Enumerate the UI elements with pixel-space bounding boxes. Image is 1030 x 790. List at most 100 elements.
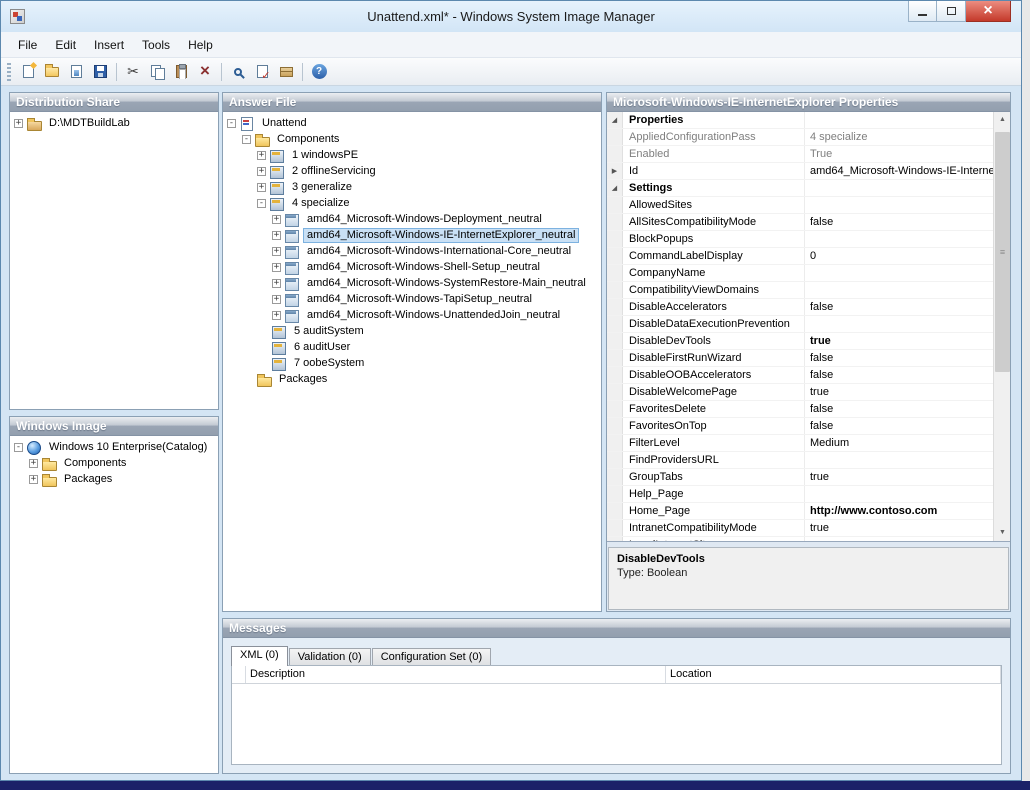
tree-item[interactable]: + Packages <box>12 471 216 487</box>
property-row[interactable]: CompatibilityViewDomains <box>607 282 993 299</box>
tree-item[interactable]: 5 auditSystem <box>225 323 599 339</box>
expand-icon[interactable]: + <box>257 167 266 176</box>
collapse-icon[interactable]: - <box>257 199 266 208</box>
scroll-down-icon[interactable]: ▼ <box>994 525 1010 541</box>
property-value[interactable] <box>805 452 993 468</box>
tree-item-label[interactable]: amd64_Microsoft-Windows-Deployment_neutr… <box>303 212 546 227</box>
property-row[interactable]: Home_Pagehttp://www.contoso.com <box>607 503 993 520</box>
property-row[interactable]: DisableAcceleratorsfalse <box>607 299 993 316</box>
column-header-location[interactable]: Location <box>666 666 1001 683</box>
tree-item-label[interactable]: 7 oobeSystem <box>290 356 368 371</box>
copy-button[interactable] <box>145 60 169 83</box>
property-row[interactable]: AppliedConfigurationPass4 specialize <box>607 129 993 146</box>
property-row[interactable]: FilterLevelMedium <box>607 435 993 452</box>
close-button[interactable] <box>966 1 1011 22</box>
toolbar-grip[interactable] <box>7 63 11 81</box>
property-value[interactable]: Medium <box>805 435 993 451</box>
tree-item[interactable]: 6 auditUser <box>225 339 599 355</box>
column-header-description[interactable]: Description <box>246 666 666 683</box>
expand-icon[interactable]: + <box>272 279 281 288</box>
property-row[interactable]: BlockPopups <box>607 231 993 248</box>
expand-icon[interactable]: + <box>29 475 38 484</box>
tree-item[interactable]: +3 generalize <box>225 179 599 195</box>
tree-item-label[interactable]: amd64_Microsoft-Windows-International-Co… <box>303 244 575 259</box>
validate-button[interactable] <box>250 60 274 83</box>
tree-item-label[interactable]: 1 windowsPE <box>288 148 362 163</box>
find-button[interactable] <box>226 60 250 83</box>
tree-item[interactable]: + amd64_Microsoft-Windows-Deployment_neut… <box>225 211 599 227</box>
tree-item-label[interactable]: Packages <box>60 472 116 487</box>
scrollbar-thumb[interactable]: ≡ <box>995 132 1010 372</box>
collapse-icon[interactable]: - <box>227 119 236 128</box>
paste-button[interactable] <box>169 60 193 83</box>
tree-item-label[interactable]: Components <box>60 456 130 471</box>
expand-icon[interactable]: + <box>14 119 23 128</box>
tab-xml-0[interactable]: XML (0) <box>231 646 288 666</box>
minimize-button[interactable] <box>908 1 937 22</box>
property-row[interactable]: CommandLabelDisplay0 <box>607 248 993 265</box>
scroll-up-icon[interactable]: ▲ <box>994 112 1010 128</box>
property-value[interactable]: 4 specialize <box>805 129 993 145</box>
property-section-row[interactable]: ◢Settings <box>607 180 993 197</box>
property-value[interactable]: false <box>805 214 993 230</box>
tree-item-label[interactable]: amd64_Microsoft-Windows-UnattendedJoin_n… <box>303 308 564 323</box>
property-row[interactable]: ▶Idamd64_Microsoft-Windows-IE-InternetEx <box>607 163 993 180</box>
vertical-scrollbar[interactable]: ▲ ≡ ▼ <box>993 112 1010 541</box>
property-value[interactable] <box>805 197 993 213</box>
tree-item[interactable]: +1 windowsPE <box>225 147 599 163</box>
property-row[interactable]: LocalIntranetSites <box>607 537 993 542</box>
expand-icon[interactable]: + <box>257 151 266 160</box>
menu-help[interactable]: Help <box>179 35 222 55</box>
collapse-icon[interactable]: - <box>14 443 23 452</box>
tree-item-label[interactable]: amd64_Microsoft-Windows-SystemRestore-Ma… <box>303 276 590 291</box>
property-row[interactable]: AllowedSites <box>607 197 993 214</box>
menu-file[interactable]: File <box>9 35 46 55</box>
property-value[interactable]: true <box>805 520 993 536</box>
tree-item-label[interactable]: D:\MDTBuildLab <box>45 116 134 131</box>
tree-item-label[interactable]: Packages <box>275 372 331 387</box>
open-windows-image-button[interactable] <box>64 60 88 83</box>
expand-icon[interactable]: + <box>29 459 38 468</box>
titlebar[interactable]: Unattend.xml* - Windows System Image Man… <box>1 1 1021 32</box>
save-button[interactable] <box>88 60 112 83</box>
property-value[interactable]: false <box>805 418 993 434</box>
expand-icon[interactable]: + <box>272 263 281 272</box>
tree-item[interactable]: 7 oobeSystem <box>225 355 599 371</box>
tree-item[interactable]: +amd64_Microsoft-Windows-TapiSetup_neutr… <box>225 291 599 307</box>
property-row[interactable]: FavoritesOnTopfalse <box>607 418 993 435</box>
tree-item-label[interactable]: Components <box>273 132 343 147</box>
tree-item-label[interactable]: 5 auditSystem <box>290 324 368 339</box>
cut-button[interactable] <box>121 60 145 83</box>
property-value[interactable] <box>805 316 993 332</box>
property-row[interactable]: Help_Page <box>607 486 993 503</box>
property-row[interactable]: FindProvidersURL <box>607 452 993 469</box>
expand-icon[interactable]: + <box>272 311 281 320</box>
property-value[interactable] <box>805 282 993 298</box>
property-row[interactable]: DisableDevToolstrue <box>607 333 993 350</box>
tree-item-label[interactable]: amd64_Microsoft-Windows-Shell-Setup_neut… <box>303 260 544 275</box>
expand-icon[interactable]: + <box>272 215 281 224</box>
property-value[interactable]: false <box>805 401 993 417</box>
maximize-button[interactable] <box>937 1 966 22</box>
expand-icon[interactable]: + <box>272 231 281 240</box>
property-row[interactable]: DisableFirstRunWizardfalse <box>607 350 993 367</box>
menu-edit[interactable]: Edit <box>46 35 85 55</box>
tree-item[interactable]: +2 offlineServicing <box>225 163 599 179</box>
tree-item-label[interactable]: 2 offlineServicing <box>288 164 380 179</box>
tree-item[interactable]: +amd64_Microsoft-Windows-IE-InternetExpl… <box>225 227 599 243</box>
tab-configuration-set-0[interactable]: Configuration Set (0) <box>372 648 492 665</box>
menu-tools[interactable]: Tools <box>133 35 179 55</box>
property-row[interactable]: DisableDataExecutionPrevention <box>607 316 993 333</box>
tree-item-label[interactable]: amd64_Microsoft-Windows-TapiSetup_neutra… <box>303 292 536 307</box>
tree-item[interactable]: - Unattend <box>225 115 599 131</box>
tree-item-label[interactable]: 3 generalize <box>288 180 356 195</box>
property-value[interactable]: true <box>805 469 993 485</box>
property-value[interactable]: amd64_Microsoft-Windows-IE-InternetEx <box>805 163 993 179</box>
help-button[interactable] <box>307 60 331 83</box>
tree-item[interactable]: + D:\MDTBuildLab <box>12 115 216 131</box>
tree-item[interactable]: + amd64_Microsoft-Windows-UnattendedJoin_… <box>225 307 599 323</box>
property-value[interactable]: 0 <box>805 248 993 264</box>
property-value[interactable] <box>805 180 993 196</box>
property-row[interactable]: CompanyName <box>607 265 993 282</box>
tree-item-label[interactable]: Unattend <box>258 116 311 131</box>
